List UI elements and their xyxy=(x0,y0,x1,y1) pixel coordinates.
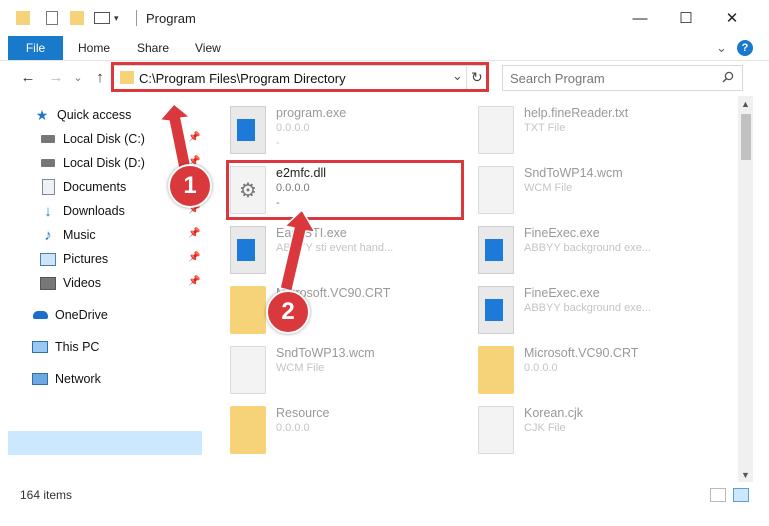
callout-arrow-2 xyxy=(279,208,317,292)
file-explorer-window: ▾ Program — ☐ ✕ File Home Share View ⌄ ?… xyxy=(0,0,769,526)
callout-badge-2: 2 xyxy=(266,290,310,334)
callout-badge-1: 1 xyxy=(168,164,212,208)
status-bar: 164 items xyxy=(0,484,769,506)
details-view-icon[interactable] xyxy=(710,488,726,502)
item-count: 164 items xyxy=(20,488,73,502)
callout-arrows xyxy=(158,102,317,292)
large-icons-view-icon[interactable] xyxy=(733,488,749,502)
